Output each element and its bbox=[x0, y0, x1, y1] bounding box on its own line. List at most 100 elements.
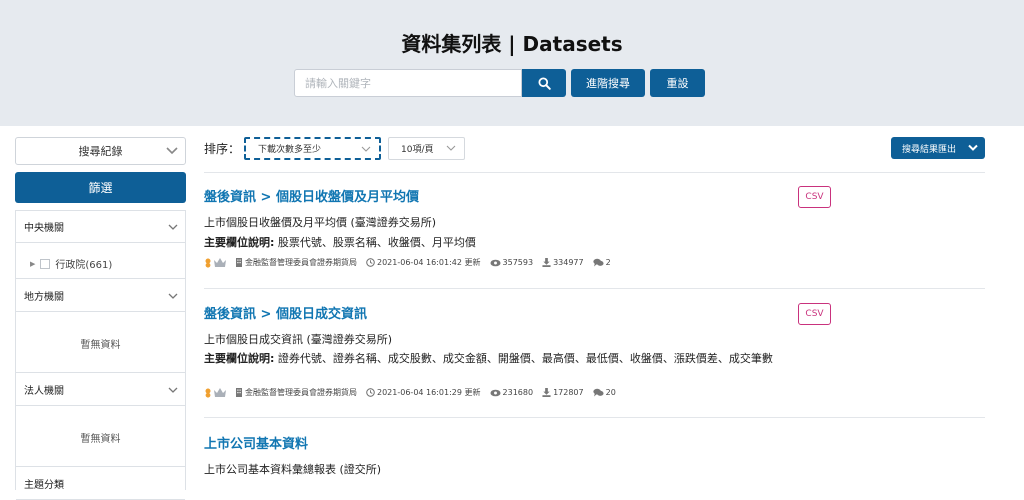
dataset-fields: 主要欄位說明: 股票代號、股票名稱、收盤價、月平均價 bbox=[204, 236, 774, 250]
search-icon bbox=[537, 76, 551, 90]
chevron-down-icon bbox=[968, 144, 978, 151]
search-history-select[interactable]: 搜尋紀錄 bbox=[15, 137, 186, 165]
facet-body-corporate: 暫無資料 bbox=[16, 407, 185, 467]
facet-label: 法人機關 bbox=[24, 386, 64, 397]
csv-format-badge[interactable]: CSV bbox=[798, 303, 831, 325]
download-count-label: 172807 bbox=[553, 388, 584, 397]
download-count: 334977 bbox=[542, 258, 584, 267]
agency-label[interactable]: 金融監督管理委員會證券期貨局 bbox=[245, 387, 357, 398]
rating-icons bbox=[204, 388, 226, 398]
view-count-label: 357593 bbox=[502, 258, 534, 267]
comments-icon bbox=[592, 258, 604, 267]
chevron-down-icon bbox=[361, 146, 371, 152]
building-icon bbox=[236, 258, 242, 267]
eye-icon bbox=[489, 259, 501, 266]
agency: 金融監督管理委員會證券期貨局 bbox=[235, 257, 357, 268]
crown-icon bbox=[214, 388, 226, 397]
search-history-label: 搜尋紀錄 bbox=[78, 145, 123, 158]
sort-select[interactable]: 下載次數多至少 bbox=[244, 137, 381, 160]
dataset-item: 上市公司基本資料 上市公司基本資料彙總報表 (證交所) bbox=[204, 433, 985, 480]
facet-header-topic[interactable]: 主題分類 bbox=[16, 468, 185, 500]
agency: 金融監督管理委員會證券期貨局 bbox=[235, 387, 357, 398]
dataset-description: 上市個股日成交資訊 (臺灣證券交易所) bbox=[204, 333, 393, 346]
comment-count-label: 20 bbox=[605, 388, 616, 397]
reset-button[interactable]: 重設 bbox=[650, 69, 705, 97]
page-size-value: 10項/頁 bbox=[401, 145, 434, 155]
medal-icon bbox=[205, 388, 211, 398]
facet-label: 主題分類 bbox=[24, 480, 64, 491]
fields-value: 股票代號、股票名稱、收盤價、月平均價 bbox=[277, 236, 476, 249]
download-icon bbox=[542, 258, 551, 267]
facet-label: 中央機關 bbox=[24, 223, 64, 234]
fields-value: 證券代號、證券名稱、成交股數、成交金額、開盤價、最高價、最低價、收盤價、漲跌價差… bbox=[277, 352, 773, 365]
divider bbox=[204, 172, 985, 173]
dataset-title-link[interactable]: 盤後資訊 > 個股日收盤價及月平均價 bbox=[204, 186, 419, 205]
view-count: 231680 bbox=[489, 388, 534, 397]
facet-empty-text: 暫無資料 bbox=[80, 434, 121, 445]
comments-icon bbox=[592, 388, 604, 397]
divider bbox=[204, 288, 985, 289]
update-time-label: 2021-06-04 16:01:42 更新 bbox=[377, 258, 481, 267]
clock-icon bbox=[366, 388, 375, 397]
comment-count: 20 bbox=[592, 388, 616, 397]
facet-body-central: ▶ 行政院(661) bbox=[16, 244, 185, 279]
export-label: 搜尋結果匯出 bbox=[902, 144, 957, 155]
page-size-select[interactable]: 10項/頁 bbox=[388, 137, 465, 160]
chevron-down-icon bbox=[168, 224, 178, 230]
update-time: 2021-06-04 16:01:29 更新 bbox=[366, 387, 481, 398]
facet-header-central[interactable]: 中央機關 bbox=[16, 211, 185, 243]
chevron-down-icon bbox=[168, 293, 178, 299]
update-time-label: 2021-06-04 16:01:29 更新 bbox=[377, 388, 481, 397]
chevron-down-icon bbox=[446, 145, 456, 151]
dataset-title-link[interactable]: 盤後資訊 > 個股日成交資訊 bbox=[204, 303, 367, 322]
update-time: 2021-06-04 16:01:42 更新 bbox=[366, 257, 481, 268]
view-count-label: 231680 bbox=[502, 388, 534, 397]
download-count: 172807 bbox=[542, 388, 584, 397]
fields-label: 主要欄位說明: bbox=[204, 236, 275, 249]
comment-count-label: 2 bbox=[605, 258, 611, 267]
view-count: 357593 bbox=[489, 258, 534, 267]
search-button[interactable] bbox=[522, 69, 566, 97]
facet-label: 地方機關 bbox=[24, 292, 64, 303]
page-header: 資料集列表 | Datasets 進階搜尋 重設 bbox=[0, 0, 1024, 126]
facet-empty-text: 暫無資料 bbox=[80, 340, 121, 351]
comment-count: 2 bbox=[592, 258, 611, 267]
download-icon bbox=[542, 388, 551, 397]
medal-icon bbox=[205, 258, 211, 268]
facet-item-executive-yuan[interactable]: ▶ 行政院(661) bbox=[30, 256, 112, 271]
export-results-button[interactable]: 搜尋結果匯出 bbox=[891, 137, 985, 159]
download-count-label: 334977 bbox=[553, 258, 584, 267]
dataset-title-link[interactable]: 上市公司基本資料 bbox=[204, 433, 308, 452]
clock-icon bbox=[366, 258, 375, 267]
facet-panel: 中央機關 ▶ 行政院(661) 地方機關 暫無資料 法人機關 暫無資料 主題分類 bbox=[15, 210, 186, 500]
dataset-meta: 金融監督管理委員會證券期貨局 2021-06-04 16:01:29 更新 23… bbox=[204, 387, 616, 398]
chevron-down-icon bbox=[168, 387, 178, 393]
dataset-item: 盤後資訊 > 個股日收盤價及月平均價 CSV 上市個股日收盤價及月平均價 (臺灣… bbox=[204, 186, 985, 276]
dataset-item: 盤後資訊 > 個股日成交資訊 CSV 上市個股日成交資訊 (臺灣證券交易所) 主… bbox=[204, 303, 985, 403]
agency-label[interactable]: 金融監督管理委員會證券期貨局 bbox=[245, 257, 357, 268]
dataset-fields: 主要欄位說明: 證券代號、證券名稱、成交股數、成交金額、開盤價、最高價、最低價、… bbox=[204, 352, 774, 366]
facet-item-label: 行政院(661) bbox=[55, 260, 113, 271]
facet-checkbox[interactable] bbox=[40, 258, 51, 269]
fields-label: 主要欄位說明: bbox=[204, 352, 275, 365]
eye-icon bbox=[489, 389, 501, 396]
advanced-search-button[interactable]: 進階搜尋 bbox=[571, 69, 645, 97]
sort-label: 排序： bbox=[204, 142, 241, 156]
dataset-meta: 金融監督管理委員會證券期貨局 2021-06-04 16:01:42 更新 35… bbox=[204, 257, 611, 268]
building-icon bbox=[236, 388, 242, 397]
search-input[interactable] bbox=[294, 69, 522, 97]
page-title: 資料集列表 | Datasets bbox=[401, 32, 623, 56]
sort-select-value: 下載次數多至少 bbox=[258, 145, 322, 155]
filter-button[interactable]: 篩選 bbox=[15, 172, 186, 203]
facet-header-corporate[interactable]: 法人機關 bbox=[16, 374, 185, 406]
csv-format-badge[interactable]: CSV bbox=[798, 186, 831, 208]
chevron-down-icon bbox=[166, 147, 178, 155]
expand-arrow-icon[interactable]: ▶ bbox=[30, 260, 35, 268]
crown-icon bbox=[214, 258, 226, 267]
dataset-description: 上市公司基本資料彙總報表 (證交所) bbox=[204, 463, 382, 476]
divider bbox=[204, 417, 985, 418]
facet-body-local: 暫無資料 bbox=[16, 313, 185, 373]
dataset-description: 上市個股日收盤價及月平均價 (臺灣證券交易所) bbox=[204, 216, 437, 229]
rating-icons bbox=[204, 258, 226, 268]
facet-header-local[interactable]: 地方機關 bbox=[16, 280, 185, 312]
